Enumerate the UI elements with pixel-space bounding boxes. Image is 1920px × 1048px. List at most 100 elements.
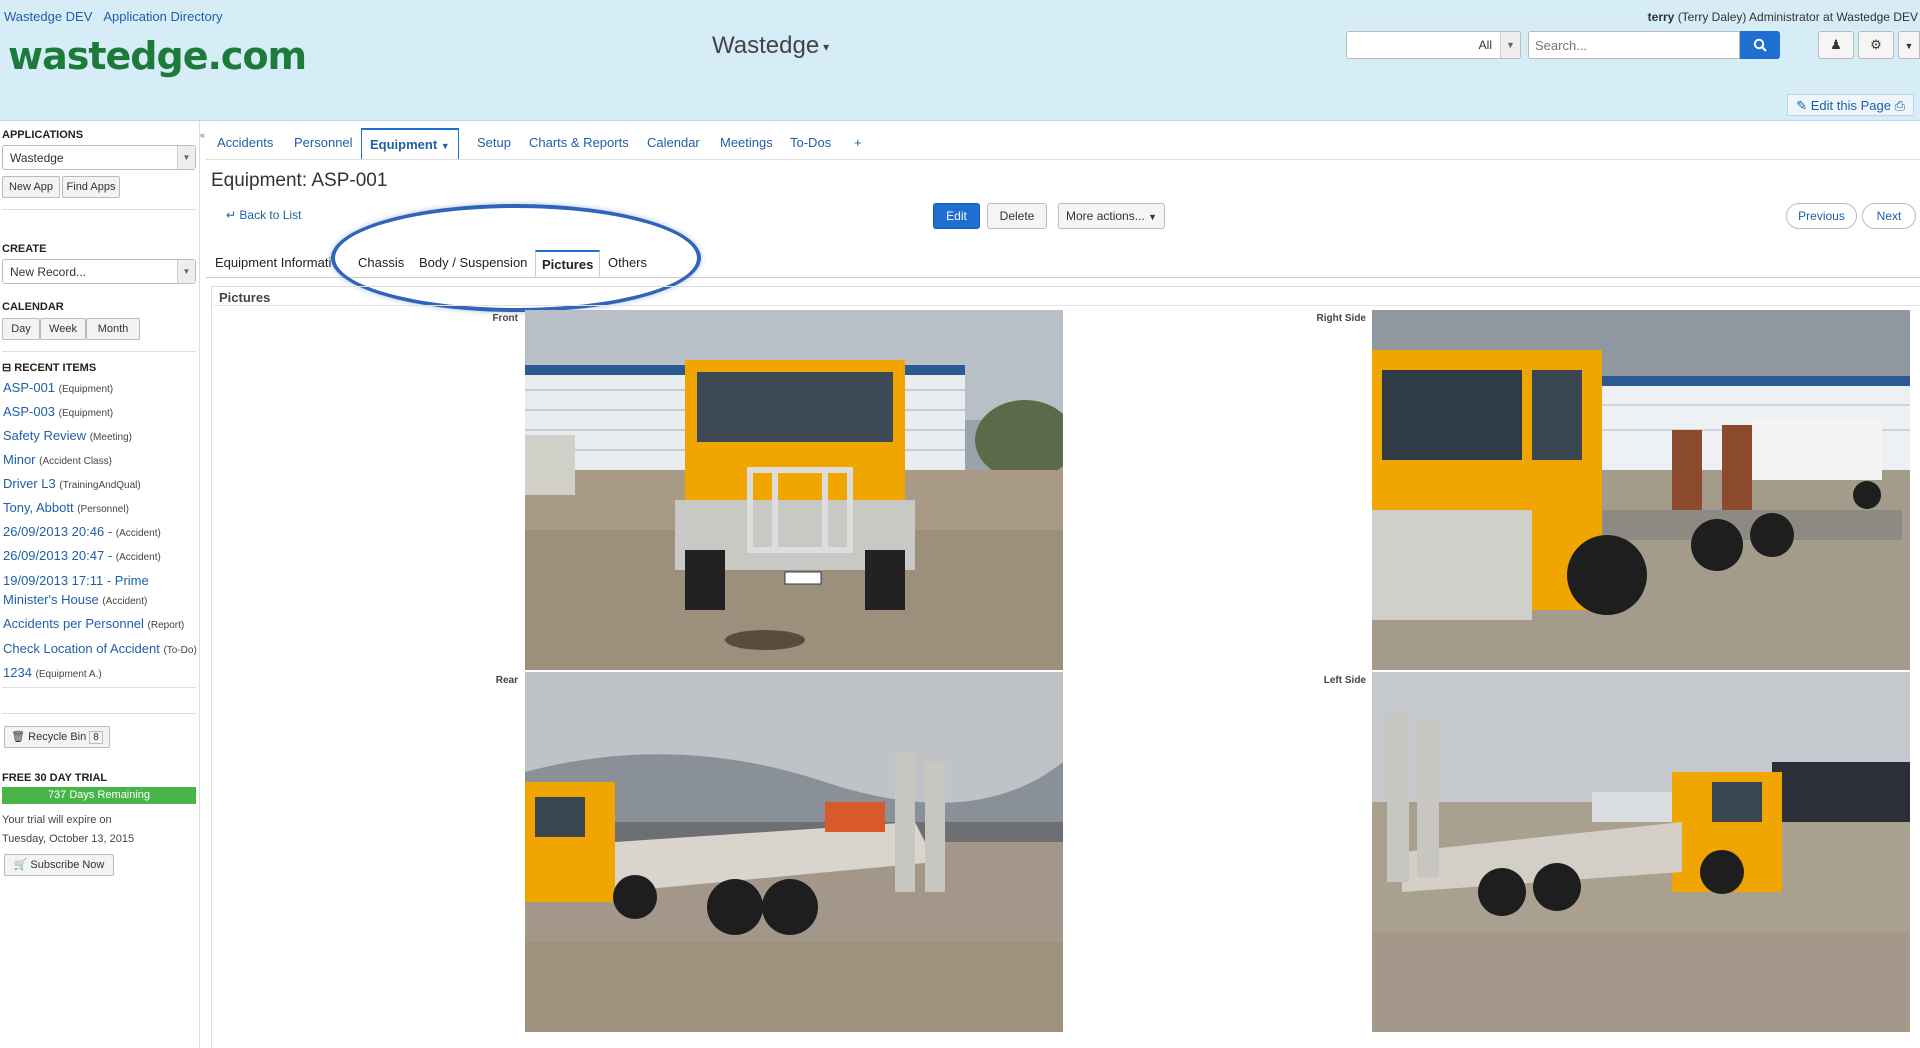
recent-item-type: (To-Do)	[163, 645, 197, 656]
truck-front-photo	[525, 310, 1063, 670]
trial-progress-bar: 737 Days Remaining	[2, 787, 196, 804]
subscribe-label: Subscribe Now	[30, 859, 105, 871]
recent-item[interactable]: 1234 (Equipment A.)	[3, 662, 198, 686]
calendar-week-button[interactable]: Week	[40, 318, 86, 340]
logo[interactable]: wastedge.com	[8, 34, 307, 78]
create-record-select[interactable]: New Record... ▼	[2, 259, 196, 284]
settings-dropdown-button[interactable]: ▼	[1898, 31, 1920, 59]
back-to-list-label: Back to List	[239, 208, 302, 222]
delete-button[interactable]: Delete	[987, 203, 1047, 229]
recent-item-label: Driver L3	[3, 476, 56, 491]
recycle-bin-label: Recycle Bin	[28, 731, 87, 743]
divider	[2, 351, 196, 352]
back-to-list-link[interactable]: ↵ Back to List	[226, 208, 301, 222]
next-button[interactable]: Next	[1862, 203, 1916, 229]
tab-setup[interactable]: Setup	[477, 128, 511, 160]
recent-item-label: Accidents per Personnel	[3, 616, 144, 631]
tab-personnel[interactable]: Personnel	[294, 128, 353, 160]
recent-item[interactable]: 26/09/2013 20:47 - (Accident)	[3, 545, 198, 569]
add-tab-button[interactable]: +	[854, 128, 862, 160]
search-button[interactable]	[1740, 31, 1780, 59]
picture-label-right-side: Right Side	[1316, 313, 1366, 324]
subtab-others[interactable]: Others	[608, 250, 647, 278]
recent-item-label: 26/09/2013 20:47 -	[3, 548, 113, 563]
recent-item[interactable]: ASP-001 (Equipment)	[3, 377, 198, 401]
picture-front[interactable]	[525, 310, 1063, 670]
app-header: Wastedge DEV Application Directory terry…	[0, 0, 1920, 121]
user-icon: ♟	[1830, 37, 1842, 52]
recent-item[interactable]: Driver L3 (TrainingAndQual)	[3, 473, 198, 497]
tab-equipment[interactable]: Equipment ▼	[361, 128, 459, 160]
tab-equipment-label: Equipment	[370, 137, 438, 152]
page-title: Equipment: ASP-001	[211, 170, 388, 191]
divider	[206, 277, 1920, 278]
picture-right-side[interactable]	[1372, 310, 1910, 670]
recent-item[interactable]: 19/09/2013 17:11 - Prime Minister's Hous…	[3, 569, 198, 613]
recent-items-list: ASP-001 (Equipment) ASP-003 (Equipment) …	[3, 377, 198, 686]
divider	[2, 687, 196, 688]
picture-left-side[interactable]	[1372, 672, 1910, 1032]
pencil-icon: ✎	[1796, 98, 1808, 113]
recent-item[interactable]: Minor (Accident Class)	[3, 449, 198, 473]
recent-item-label: 1234	[3, 665, 32, 680]
print-icon[interactable]: ⎙	[1895, 98, 1905, 113]
trial-expiry-line1: Your trial will expire on	[2, 814, 112, 826]
recent-item[interactable]: Check Location of Accident (To-Do)	[3, 637, 198, 662]
user-name: terry	[1647, 10, 1675, 24]
settings-button[interactable]: ⚙	[1858, 31, 1894, 59]
recent-item-label: ASP-003	[3, 404, 56, 419]
recent-item[interactable]: Tony, Abbott (Personnel)	[3, 497, 198, 521]
user-info[interactable]: terry (Terry Daley) Administrator at Was…	[1648, 10, 1918, 24]
trash-icon: 🗑	[11, 731, 26, 743]
more-actions-button[interactable]: More actions... ▼	[1058, 203, 1165, 229]
divider	[206, 159, 1920, 160]
tab-accidents[interactable]: Accidents	[217, 128, 273, 160]
application-select[interactable]: Wastedge ▼	[2, 145, 196, 170]
recent-item-type: (Report)	[147, 620, 185, 631]
chevron-down-icon: ▼	[177, 260, 195, 283]
sidebar: APPLICATIONS Wastedge ▼ New App Find App…	[0, 121, 200, 1048]
recent-item-label: Tony, Abbott	[3, 500, 74, 515]
tab-calendar[interactable]: Calendar	[647, 128, 700, 160]
app-directory-link[interactable]: Application Directory	[103, 9, 222, 24]
recent-item[interactable]: 26/09/2013 20:46 - (Accident)	[3, 521, 198, 545]
env-link[interactable]: Wastedge DEV	[4, 9, 92, 24]
search-scope-select[interactable]: All ▼	[1346, 31, 1521, 59]
subtab-equipment-information[interactable]: Equipment Informati	[215, 250, 331, 278]
search-icon	[1753, 38, 1767, 52]
collapse-icon: ⊟	[2, 362, 12, 374]
user-menu-button[interactable]: ♟	[1818, 31, 1854, 59]
subtab-body-suspension[interactable]: Body / Suspension	[419, 250, 527, 278]
subtab-chassis[interactable]: Chassis	[358, 250, 404, 278]
collapse-sidebar-icon[interactable]: «	[200, 130, 205, 140]
search-input[interactable]	[1528, 31, 1740, 59]
recent-item[interactable]: Safety Review (Meeting)	[3, 425, 198, 449]
edit-button[interactable]: Edit	[933, 203, 980, 229]
subscribe-button[interactable]: 🛒 Subscribe Now	[4, 854, 114, 876]
calendar-day-button[interactable]: Day	[2, 318, 40, 340]
recent-item-type: (TrainingAndQual)	[59, 480, 141, 491]
recent-item[interactable]: Accidents per Personnel (Report)	[3, 613, 198, 637]
previous-button[interactable]: Previous	[1786, 203, 1857, 229]
calendar-month-button[interactable]: Month	[86, 318, 140, 340]
recent-items-heading[interactable]: ⊟ RECENT ITEMS	[2, 361, 96, 374]
subtab-pictures[interactable]: Pictures	[535, 250, 601, 278]
tab-charts-reports[interactable]: Charts & Reports	[529, 128, 629, 160]
new-app-button[interactable]: New App	[2, 176, 60, 198]
truck-rear-photo	[525, 672, 1063, 1032]
edit-page-button[interactable]: ✎ Edit this Page ⎙	[1787, 94, 1914, 116]
recent-item[interactable]: ASP-003 (Equipment)	[3, 401, 198, 425]
picture-rear[interactable]	[525, 672, 1063, 1032]
find-apps-button[interactable]: Find Apps	[62, 176, 120, 198]
recent-item-label: 26/09/2013 20:46 -	[3, 524, 113, 539]
recent-item-type: (Accident)	[115, 528, 161, 539]
picture-label-left-side: Left Side	[1323, 675, 1366, 686]
gear-icon: ⚙	[1870, 37, 1882, 52]
cart-icon: 🛒	[13, 859, 28, 871]
tab-todos[interactable]: To-Dos	[790, 128, 831, 160]
tab-meetings[interactable]: Meetings	[720, 128, 773, 160]
app-title[interactable]: Wastedge ▾	[712, 32, 829, 60]
recycle-bin-button[interactable]: 🗑 Recycle Bin 8	[4, 726, 110, 748]
recent-item-type: (Equipment A.)	[35, 669, 102, 680]
picture-label-front: Front	[492, 313, 518, 324]
